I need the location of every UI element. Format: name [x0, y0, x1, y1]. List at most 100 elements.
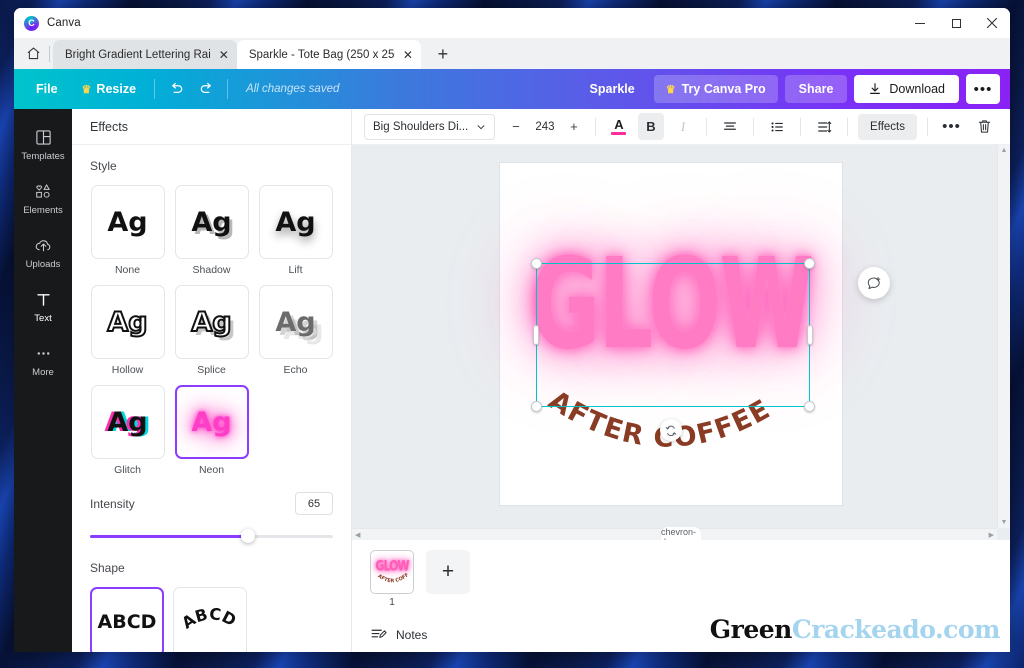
line-spacing-icon	[818, 120, 832, 133]
style-preview: Ag	[258, 285, 333, 359]
glow-text-element[interactable]: GLOW	[500, 233, 842, 378]
text-color-button[interactable]: A	[606, 113, 632, 140]
style-option-splice[interactable]: Ag Splice	[174, 285, 249, 376]
style-section-label: Style	[90, 159, 117, 173]
scroll-left-arrow[interactable]: ◀	[355, 531, 360, 539]
delete-button[interactable]	[971, 114, 998, 140]
bullet-list-icon	[771, 121, 783, 132]
undo-button[interactable]	[161, 75, 191, 103]
more-dots-icon	[35, 344, 52, 363]
add-page-button[interactable]: +	[426, 550, 470, 594]
style-option-hollow[interactable]: Ag Hollow	[90, 285, 165, 376]
try-canva-pro-button[interactable]: ♛ Try Canva Pro	[653, 75, 778, 103]
sidebar-item-templates[interactable]: Templates	[16, 119, 70, 169]
tab-close-icon[interactable]: ✕	[219, 49, 229, 61]
window-title-bar: C Canva	[14, 8, 1010, 38]
home-button[interactable]	[18, 38, 48, 69]
tab-divider	[49, 46, 50, 62]
italic-button[interactable]: I	[670, 113, 696, 140]
sidebar-item-uploads[interactable]: Uploads	[16, 227, 70, 277]
shape-option-curved[interactable]: ABCD	[173, 587, 247, 652]
toolbar-more-button[interactable]: •••	[938, 114, 965, 140]
share-button[interactable]: Share	[784, 75, 848, 103]
font-size-stepper: − 243 +	[505, 115, 585, 139]
slider-thumb[interactable]	[240, 529, 255, 543]
crown-icon: ♛	[665, 83, 676, 96]
font-family-select[interactable]: Big Shoulders Di...	[364, 113, 495, 140]
bold-button[interactable]: B	[637, 113, 664, 140]
intensity-slider[interactable]	[90, 529, 333, 543]
sidebar-item-label: Uploads	[25, 259, 61, 270]
sidebar-item-more[interactable]: More	[16, 335, 70, 385]
watermark-part2: Crackeado.com	[791, 615, 1001, 644]
effects-button[interactable]: Effects	[858, 113, 917, 140]
bullet-list-button[interactable]	[764, 113, 790, 140]
redo-button[interactable]	[191, 75, 221, 103]
style-label: Splice	[197, 364, 226, 376]
design-name[interactable]: Sparkle	[578, 76, 647, 102]
new-tab-button[interactable]: +	[429, 40, 457, 68]
align-center-icon	[724, 121, 736, 130]
svg-text:AFTER COFFEE: AFTER COFFEE	[543, 385, 776, 454]
scroll-down-arrow[interactable]: ▼	[1001, 517, 1008, 528]
redo-icon	[200, 82, 211, 93]
style-preview: Ag	[174, 385, 249, 459]
minimize-button[interactable]	[902, 8, 938, 38]
add-comment-icon	[867, 276, 880, 289]
notes-label: Notes	[396, 627, 428, 642]
browser-tab-1[interactable]: Bright Gradient Lettering Rai ✕	[53, 40, 237, 69]
scroll-right-arrow[interactable]: ▶	[989, 531, 994, 539]
trash-icon	[978, 120, 991, 133]
style-option-shadow[interactable]: Ag Shadow	[174, 185, 249, 276]
window-title: Canva	[47, 17, 81, 29]
style-option-none[interactable]: Ag None	[90, 185, 165, 276]
tab-close-icon[interactable]: ✕	[403, 49, 413, 61]
rotate-handle[interactable]	[660, 419, 682, 441]
font-size-decrease-button[interactable]: −	[505, 115, 527, 139]
font-size-increase-button[interactable]: +	[563, 115, 585, 139]
download-label: Download	[889, 82, 945, 96]
download-button[interactable]: Download	[854, 75, 959, 103]
rotate-icon	[665, 425, 677, 436]
font-size-input[interactable]: 243	[529, 115, 561, 139]
toolbar-divider-2	[706, 117, 707, 136]
header-more-button[interactable]: •••	[966, 74, 1000, 104]
add-comment-button[interactable]	[858, 267, 890, 299]
header-divider	[154, 79, 156, 99]
style-option-glitch[interactable]: Ag Glitch	[90, 385, 165, 476]
sidebar-item-text[interactable]: Text	[16, 281, 70, 331]
style-option-neon[interactable]: Ag Neon	[174, 385, 249, 476]
style-preview: Ag	[174, 285, 249, 359]
text-align-button[interactable]	[717, 113, 743, 140]
intensity-value-input[interactable]: 65	[295, 492, 333, 515]
try-pro-label: Try Canva Pro	[681, 82, 766, 96]
close-window-button[interactable]	[974, 8, 1010, 38]
page-number-label: 1	[389, 597, 395, 608]
tab-label: Bright Gradient Lettering Rai	[65, 48, 211, 61]
style-preview: Ag	[90, 185, 165, 259]
collapse-panel-button[interactable]: chevron-down-icon	[661, 527, 701, 540]
style-option-echo[interactable]: Ag Echo	[258, 285, 333, 376]
canva-logo-letter: C	[28, 18, 35, 28]
resize-button[interactable]: ♛ Resize	[70, 76, 148, 102]
maximize-button[interactable]	[938, 8, 974, 38]
line-spacing-button[interactable]	[811, 113, 837, 140]
home-icon	[27, 47, 39, 60]
svg-text:ABCD: ABCD	[181, 605, 239, 633]
close-icon	[987, 18, 997, 28]
sidebar-item-elements[interactable]: Elements	[16, 173, 70, 223]
style-option-lift[interactable]: Ag Lift	[258, 185, 333, 276]
page-thumbnail[interactable]: GLOW AFTER COFFEE	[370, 550, 414, 594]
canvas-workspace[interactable]: GLOW AFTER COFFEE	[352, 145, 1010, 540]
chevron-down-icon	[477, 124, 485, 129]
browser-tab-2[interactable]: Sparkle - Tote Bag (250 x 250 ✕	[236, 40, 421, 69]
pages-bar: GLOW AFTER COFFEE 1 + Notes	[352, 540, 1010, 652]
shape-option-straight[interactable]: ABCD	[90, 587, 164, 652]
design-artboard[interactable]: GLOW AFTER COFFEE	[500, 163, 842, 505]
sidebar-item-label: More	[32, 367, 54, 378]
file-menu-button[interactable]: File	[24, 76, 70, 102]
page-thumbnail-item[interactable]: GLOW AFTER COFFEE 1	[370, 550, 414, 608]
scroll-up-arrow[interactable]: ▲	[1001, 145, 1008, 156]
undo-icon	[171, 82, 182, 93]
vertical-scrollbar[interactable]: ▲ ▼	[997, 145, 1010, 528]
